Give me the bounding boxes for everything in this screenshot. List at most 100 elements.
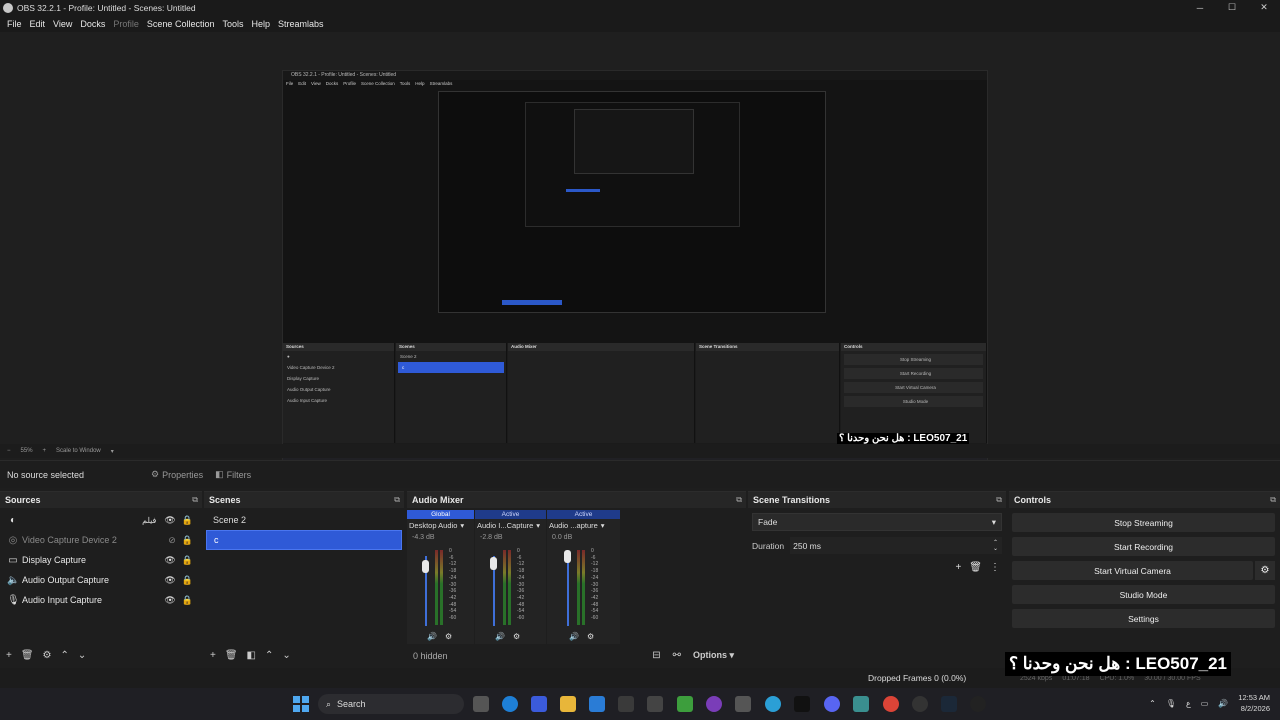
lock-icon[interactable]: 🔒: [182, 515, 193, 526]
eye-icon[interactable]: 👁: [164, 555, 175, 566]
menu-profile[interactable]: Profile: [109, 19, 143, 29]
channel-name[interactable]: Desktop Audio ▾: [407, 519, 474, 532]
network-icon[interactable]: ▭: [1201, 699, 1209, 708]
folder-icon[interactable]: [560, 696, 576, 712]
obs-icon[interactable]: [647, 696, 663, 712]
undock-icon[interactable]: ⧉: [192, 495, 198, 505]
channel-name[interactable]: Audio ...apture ▾: [547, 519, 620, 532]
eye-icon[interactable]: 👁: [164, 575, 175, 586]
add-icon[interactable]: +: [210, 650, 216, 661]
unreal-icon[interactable]: [970, 696, 986, 712]
app-icon[interactable]: [531, 696, 547, 712]
gear-icon[interactable]: ⚙: [513, 632, 520, 641]
windows-start-icon[interactable]: [293, 696, 309, 712]
edge-icon[interactable]: [502, 696, 518, 712]
source-item[interactable]: ▭ Display Capture 👁 🔒: [0, 550, 202, 570]
source-item[interactable]: ◐ فيلم 👁 🔒: [0, 510, 202, 530]
minecraft-icon[interactable]: [677, 696, 693, 712]
close-button[interactable]: ✕: [1248, 0, 1280, 15]
gear-icon[interactable]: ⚙: [445, 632, 452, 641]
fader-knob[interactable]: [422, 560, 429, 573]
scene-item[interactable]: Scene 2: [206, 510, 402, 530]
steam-icon[interactable]: [941, 696, 957, 712]
preview-canvas[interactable]: OBS 32.2.1 - Profile: Untitled - Scenes:…: [282, 70, 988, 469]
arrow-up-icon[interactable]: ⌃: [265, 650, 273, 661]
lock-icon[interactable]: 🔒: [182, 555, 193, 566]
lock-icon[interactable]: 🔒: [182, 575, 193, 586]
arrow-up-icon[interactable]: ⌃: [61, 650, 69, 661]
filter-icon[interactable]: ◧: [247, 650, 256, 661]
studio-mode-button[interactable]: Studio Mode: [1012, 585, 1275, 604]
duration-input[interactable]: 250 ms ⌃ ⌄: [790, 537, 1002, 554]
volume-fader[interactable]: [567, 556, 569, 626]
menu-view[interactable]: View: [49, 19, 76, 29]
undock-icon[interactable]: ⧉: [996, 495, 1002, 505]
chevron-up-icon[interactable]: ⌃: [1149, 699, 1156, 708]
app-icon[interactable]: [706, 696, 722, 712]
channel-name[interactable]: Audio I...Capture ▾: [475, 519, 546, 532]
options-button[interactable]: Options ▾: [693, 650, 734, 661]
discord-icon[interactable]: [824, 696, 840, 712]
menu-edit[interactable]: Edit: [26, 19, 50, 29]
trash-icon[interactable]: 🗑: [969, 562, 982, 573]
gear-icon[interactable]: ⚙: [1255, 561, 1275, 580]
filters-button[interactable]: ◧ Filters: [215, 469, 251, 480]
volume-icon[interactable]: 🔊: [427, 632, 437, 641]
chevron-down-icon[interactable]: ▾: [111, 448, 114, 455]
tiktok-icon[interactable]: [794, 696, 810, 712]
menu-file[interactable]: File: [3, 19, 26, 29]
source-item[interactable]: 🎙 Audio Input Capture 👁 🔒: [0, 590, 202, 610]
fader-knob[interactable]: [564, 550, 571, 563]
more-icon[interactable]: ⋮: [990, 562, 1000, 573]
trash-icon[interactable]: 🗑: [21, 650, 34, 661]
menu-help[interactable]: Help: [247, 19, 274, 29]
fader-knob[interactable]: [490, 557, 497, 570]
volume-icon[interactable]: 🔊: [1218, 699, 1228, 708]
menu-streamlabs[interactable]: Streamlabs: [274, 19, 328, 29]
preview-area[interactable]: OBS 32.2.1 - Profile: Untitled - Scenes:…: [0, 32, 1280, 469]
undock-icon[interactable]: ⧉: [394, 495, 400, 505]
undock-icon[interactable]: ⧉: [1270, 495, 1276, 505]
arrow-down-icon[interactable]: ⌄: [282, 650, 290, 661]
lock-icon[interactable]: 🔒: [182, 595, 193, 606]
eye-icon[interactable]: 👁: [164, 515, 175, 526]
menu-scene-collection[interactable]: Scene Collection: [143, 19, 219, 29]
source-item[interactable]: ◎ Video Capture Device 2 ⊘ 🔒: [0, 530, 202, 550]
undock-icon[interactable]: ⧉: [736, 495, 742, 505]
eye-hidden-icon[interactable]: ⊘: [168, 535, 176, 546]
link-icon[interactable]: ⚯: [673, 650, 681, 661]
layout-icon[interactable]: ⊟: [652, 650, 660, 661]
zoom-in-button[interactable]: +: [43, 448, 47, 454]
taskbar-search[interactable]: ⌕ Search: [318, 694, 464, 714]
telegram-icon[interactable]: [765, 696, 781, 712]
menu-tools[interactable]: Tools: [218, 19, 247, 29]
spinner-icon[interactable]: ⌃ ⌄: [993, 540, 998, 552]
scale-mode[interactable]: Scale to Window: [56, 448, 101, 454]
start-recording-button[interactable]: Start Recording: [1012, 537, 1275, 556]
maximize-button[interactable]: ☐: [1216, 0, 1248, 15]
zoom-out-button[interactable]: −: [7, 448, 11, 454]
scene-item-selected[interactable]: c: [206, 530, 402, 550]
language-indicator[interactable]: ع: [1186, 699, 1191, 708]
gear-icon[interactable]: ⚙: [587, 632, 594, 641]
clock[interactable]: 12:53 AM 8/2/2026: [1238, 692, 1270, 714]
app-icon[interactable]: [589, 696, 605, 712]
app-icon[interactable]: [853, 696, 869, 712]
lock-icon[interactable]: 🔒: [182, 535, 193, 546]
transition-select[interactable]: Fade ▾: [752, 513, 1002, 531]
add-icon[interactable]: +: [6, 650, 12, 661]
eye-icon[interactable]: 👁: [164, 595, 175, 606]
source-item[interactable]: 🔈 Audio Output Capture 👁 🔒: [0, 570, 202, 590]
trash-icon[interactable]: 🗑: [225, 650, 238, 661]
volume-icon[interactable]: 🔊: [495, 632, 505, 641]
settings-button[interactable]: Settings: [1012, 609, 1275, 628]
volume-icon[interactable]: 🔊: [569, 632, 579, 641]
minimize-button[interactable]: ─: [1184, 0, 1216, 15]
microphone-icon[interactable]: 🎙: [1166, 699, 1176, 708]
properties-button[interactable]: ⚙ Properties: [151, 469, 203, 480]
arrow-down-icon[interactable]: ⌄: [78, 650, 86, 661]
task-view-icon[interactable]: [473, 696, 489, 712]
chrome-icon[interactable]: [883, 696, 899, 712]
store-icon[interactable]: [618, 696, 634, 712]
gear-icon[interactable]: ⚙: [43, 650, 52, 661]
